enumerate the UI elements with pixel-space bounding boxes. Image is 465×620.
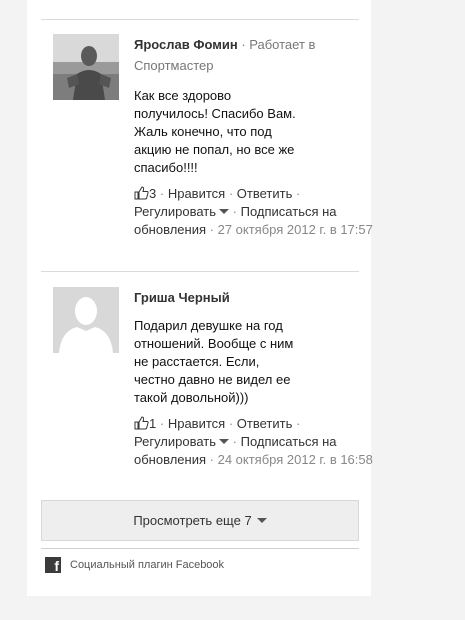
chevron-down-icon xyxy=(219,209,230,214)
comment-date[interactable]: 24 октября 2012 г. в 16:58 xyxy=(218,452,373,467)
comment-content: Ярослав Фомин · Работает в Спортмастер К… xyxy=(134,34,374,239)
plugin-footer: f Социальный плагин Facebook xyxy=(41,548,359,578)
adjust-label: Регулировать xyxy=(134,434,217,449)
reply-link[interactable]: Ответить xyxy=(237,416,293,431)
like-link[interactable]: Нравится xyxy=(168,186,225,201)
adjust-dropdown[interactable]: Регулировать xyxy=(134,434,230,449)
like-count: 1 xyxy=(149,416,157,431)
social-plugin-link[interactable]: Социальный плагин Facebook xyxy=(70,557,224,573)
comment-header: Ярослав Фомин · Работает в Спортмастер xyxy=(134,34,374,76)
thumbs-up-icon[interactable] xyxy=(134,186,149,200)
comment-content: Гриша Черный Подарил девушке на год отно… xyxy=(134,287,374,469)
reply-link[interactable]: Ответить xyxy=(237,186,293,201)
chevron-down-icon xyxy=(219,439,230,444)
like-link[interactable]: Нравится xyxy=(168,416,225,431)
comment-text: Как все здорово получилось! Спасибо Вам.… xyxy=(134,88,296,175)
adjust-label: Регулировать xyxy=(134,204,217,219)
comment-actions: 3 · Нравится · Ответить · Регулировать ·… xyxy=(134,186,373,237)
user-photo-avatar[interactable] xyxy=(53,34,119,100)
page-background-left xyxy=(0,0,27,620)
default-silhouette-avatar[interactable] xyxy=(53,287,119,353)
show-more-comments-button[interactable]: Просмотреть еще 7 xyxy=(41,500,359,541)
like-count: 3 xyxy=(149,186,157,201)
comment-date[interactable]: 27 октября 2012 г. в 17:57 xyxy=(218,222,373,237)
facebook-comments-plugin: Ярослав Фомин · Работает в Спортмастер К… xyxy=(27,0,374,596)
comment-header: Гриша Черный xyxy=(134,287,374,308)
comment-actions: 1 · Нравится · Ответить · Регулировать ·… xyxy=(134,416,373,467)
comment-author[interactable]: Гриша Черный xyxy=(134,290,230,305)
author-workplace-link[interactable]: Спортмастер xyxy=(134,55,374,76)
page-background-right xyxy=(371,0,465,620)
facebook-icon[interactable]: f xyxy=(45,557,61,574)
comment-divider xyxy=(41,271,359,272)
thumbs-up-icon[interactable] xyxy=(134,416,149,430)
author-work-prefix: Работает в xyxy=(249,37,316,52)
comment-text: Подарил девушке на год отношений. Вообще… xyxy=(134,318,294,405)
show-more-label: Просмотреть еще 7 xyxy=(133,513,252,528)
adjust-dropdown[interactable]: Регулировать xyxy=(134,204,230,219)
page-background-bottom xyxy=(0,596,465,620)
chevron-down-icon xyxy=(256,518,267,523)
comment-divider xyxy=(41,19,359,20)
meta-separator: · xyxy=(237,37,250,52)
comment-author[interactable]: Ярослав Фомин xyxy=(134,37,238,52)
